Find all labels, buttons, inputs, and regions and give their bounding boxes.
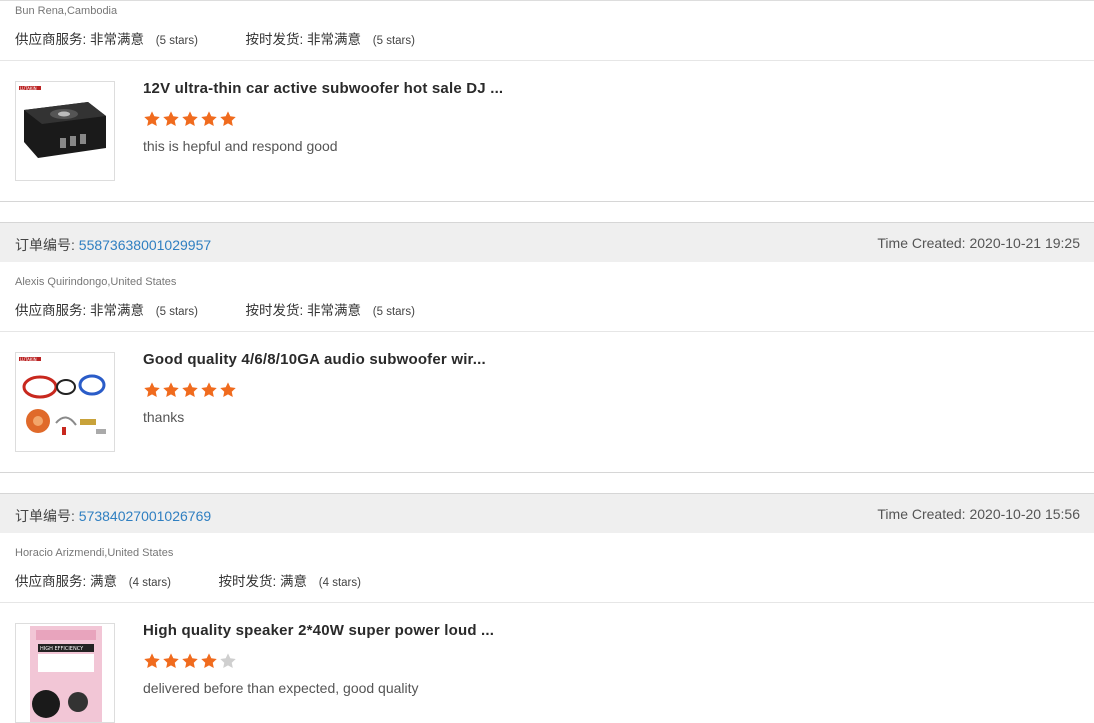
review-comment: this is hepful and respond good (143, 138, 338, 154)
shipping-label: 按时发货: (245, 303, 304, 318)
subwoofer-box-image: LUTAKIN (19, 86, 106, 158)
rating-stars (143, 110, 238, 128)
star-empty-icon (220, 653, 236, 669)
order-number-link[interactable]: 57384027001026769 (79, 508, 211, 524)
buyer-name: Horacio Arizmendi,United States (15, 547, 174, 559)
shipping-label: 按时发货: (245, 32, 304, 47)
review-comment: thanks (143, 409, 185, 425)
service-label: 供应商服务: (15, 32, 87, 47)
star-filled-icon (220, 382, 236, 398)
product-thumbnail[interactable]: LUTAKIN (15, 81, 115, 181)
shipping-value: 非常满意 (307, 32, 362, 47)
service-stars-text: (5 stars) (155, 35, 198, 47)
order-number-label: 订单编号: (15, 237, 75, 253)
order-number-row: 订单编号: 57384027001026769 (15, 506, 211, 526)
divider (0, 60, 1094, 61)
supplier-ratings: 供应商服务: 满意 (4 stars) 按时发货: 满意 (4 stars) (15, 570, 361, 590)
svg-text:LUTAKIN: LUTAKIN (20, 357, 37, 362)
svg-text:LUTAKIN: LUTAKIN (20, 86, 37, 91)
service-stars-text: (4 stars) (128, 577, 171, 589)
order-header: 订单编号: 55873638001029957 Time Created: 20… (0, 222, 1094, 262)
svg-text:HIGH EFFICIENCY: HIGH EFFICIENCY (40, 646, 84, 652)
time-created: Time Created: 2020-10-20 15:56 (877, 506, 1080, 522)
shipping-value: 非常满意 (307, 303, 362, 318)
shipping-label: 按时发货: (218, 574, 277, 589)
star-filled-icon (163, 382, 179, 398)
wiring-kit-image: LUTAKIN (19, 357, 106, 435)
time-created: Time Created: 2020-10-21 19:25 (877, 235, 1080, 251)
section-divider (0, 472, 1094, 473)
star-filled-icon (182, 653, 198, 669)
order-header: 订单编号: 57384027001026769 Time Created: 20… (0, 493, 1094, 533)
product-thumbnail[interactable]: HIGH EFFICIENCY (15, 623, 115, 723)
product-title-link[interactable]: 12V ultra-thin car active subwoofer hot … (143, 80, 503, 97)
service-value: 满意 (90, 574, 118, 589)
review-comment: delivered before than expected, good qua… (143, 680, 419, 696)
star-filled-icon (201, 653, 217, 669)
tweeter-package-image: HIGH EFFICIENCY (30, 626, 102, 722)
service-value: 非常满意 (90, 32, 145, 47)
section-divider (0, 201, 1094, 202)
order-number-row: 订单编号: 55873638001029957 (15, 235, 211, 255)
buyer-name: Bun Rena,Cambodia (15, 5, 118, 17)
service-label: 供应商服务: (15, 303, 87, 318)
order-number-label: 订单编号: (15, 508, 75, 524)
star-filled-icon (163, 111, 179, 127)
order-number-link[interactable]: 55873638001029957 (79, 237, 211, 253)
star-filled-icon (220, 111, 236, 127)
divider (0, 331, 1094, 332)
product-thumbnail[interactable]: LUTAKIN (15, 352, 115, 452)
shipping-stars-text: (5 stars) (372, 306, 415, 318)
star-filled-icon (163, 653, 179, 669)
supplier-ratings: 供应商服务: 非常满意 (5 stars) 按时发货: 非常满意 (5 star… (15, 28, 415, 48)
product-title-link[interactable]: High quality speaker 2*40W super power l… (143, 622, 494, 639)
product-title-link[interactable]: Good quality 4/6/8/10GA audio subwoofer … (143, 351, 486, 368)
star-filled-icon (144, 382, 160, 398)
rating-stars (143, 652, 238, 670)
service-stars-text: (5 stars) (155, 306, 198, 318)
divider (0, 602, 1094, 603)
buyer-name: Alexis Quirindongo,United States (15, 276, 177, 288)
supplier-ratings: 供应商服务: 非常满意 (5 stars) 按时发货: 非常满意 (5 star… (15, 299, 415, 319)
star-filled-icon (182, 111, 198, 127)
shipping-stars-text: (4 stars) (318, 577, 361, 589)
top-divider (0, 0, 1094, 1)
star-filled-icon (201, 111, 217, 127)
star-filled-icon (144, 111, 160, 127)
star-filled-icon (144, 653, 160, 669)
star-filled-icon (182, 382, 198, 398)
star-filled-icon (201, 382, 217, 398)
shipping-stars-text: (5 stars) (372, 35, 415, 47)
rating-stars (143, 381, 238, 399)
service-label: 供应商服务: (15, 574, 87, 589)
shipping-value: 满意 (280, 574, 308, 589)
service-value: 非常满意 (90, 303, 145, 318)
